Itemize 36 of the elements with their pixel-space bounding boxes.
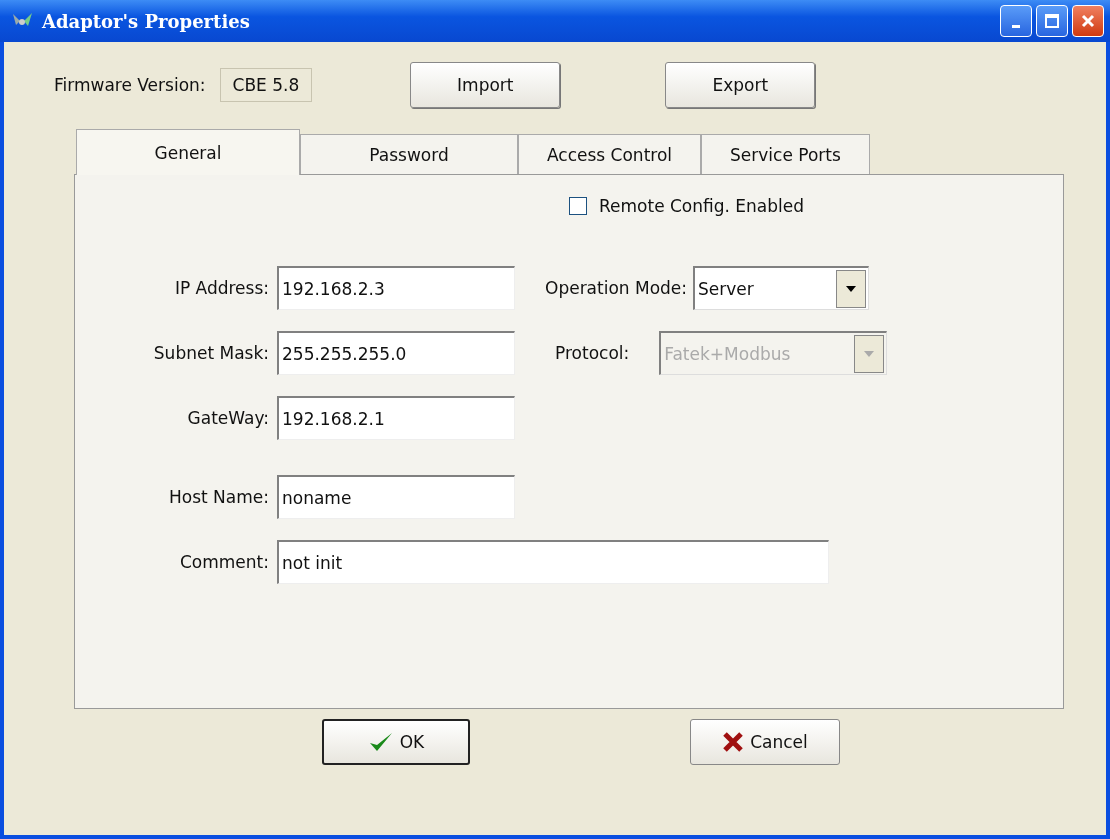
- tab[interactable]: Service Ports: [701, 134, 870, 174]
- checkbox-label: Remote Config. Enabled: [599, 196, 805, 216]
- field-label: IP Address:: [173, 278, 269, 298]
- close-icon: [1080, 13, 1096, 29]
- tab[interactable]: Access Control: [518, 134, 702, 174]
- firmware-value: CBE 5.8: [219, 68, 313, 102]
- checkbox[interactable]: [569, 197, 587, 215]
- dropdown[interactable]: Server: [693, 266, 870, 310]
- input-field[interactable]: 192.168.2.3: [277, 266, 515, 310]
- input-field[interactable]: noname: [277, 475, 515, 519]
- minimize-icon: [1012, 24, 1020, 28]
- field-label: Comment:: [178, 552, 269, 572]
- tab[interactable]: General: [76, 129, 300, 175]
- window-title: Adaptor's Properties: [42, 10, 251, 32]
- dropdown-arrow-icon: [846, 285, 857, 292]
- cross-icon: [722, 731, 745, 753]
- maximize-button[interactable]: [1036, 5, 1068, 37]
- close-button[interactable]: [1072, 5, 1104, 37]
- tab[interactable]: Password: [300, 134, 518, 174]
- firmware-label: Firmware Version:: [54, 75, 206, 95]
- field-label: Subnet Mask:: [152, 343, 269, 363]
- input-field[interactable]: not init: [277, 540, 829, 584]
- field-label: Protocol:: [555, 343, 630, 363]
- minimize-button[interactable]: [1000, 5, 1032, 37]
- input-field[interactable]: 255.255.255.0: [277, 331, 515, 375]
- check-icon: [367, 731, 394, 753]
- field-label: Host Name:: [168, 487, 269, 507]
- maximize-icon: [1044, 13, 1060, 29]
- input-field[interactable]: 192.168.2.1: [277, 396, 515, 440]
- ok-button[interactable]: OK: [322, 719, 470, 765]
- export-button[interactable]: Export: [665, 62, 816, 108]
- field-label: GateWay:: [186, 408, 269, 428]
- import-button[interactable]: Import: [410, 62, 561, 108]
- dropdown-arrow-icon: [864, 350, 875, 357]
- cancel-button[interactable]: Cancel: [690, 719, 840, 765]
- field-label: Operation Mode:: [545, 278, 688, 298]
